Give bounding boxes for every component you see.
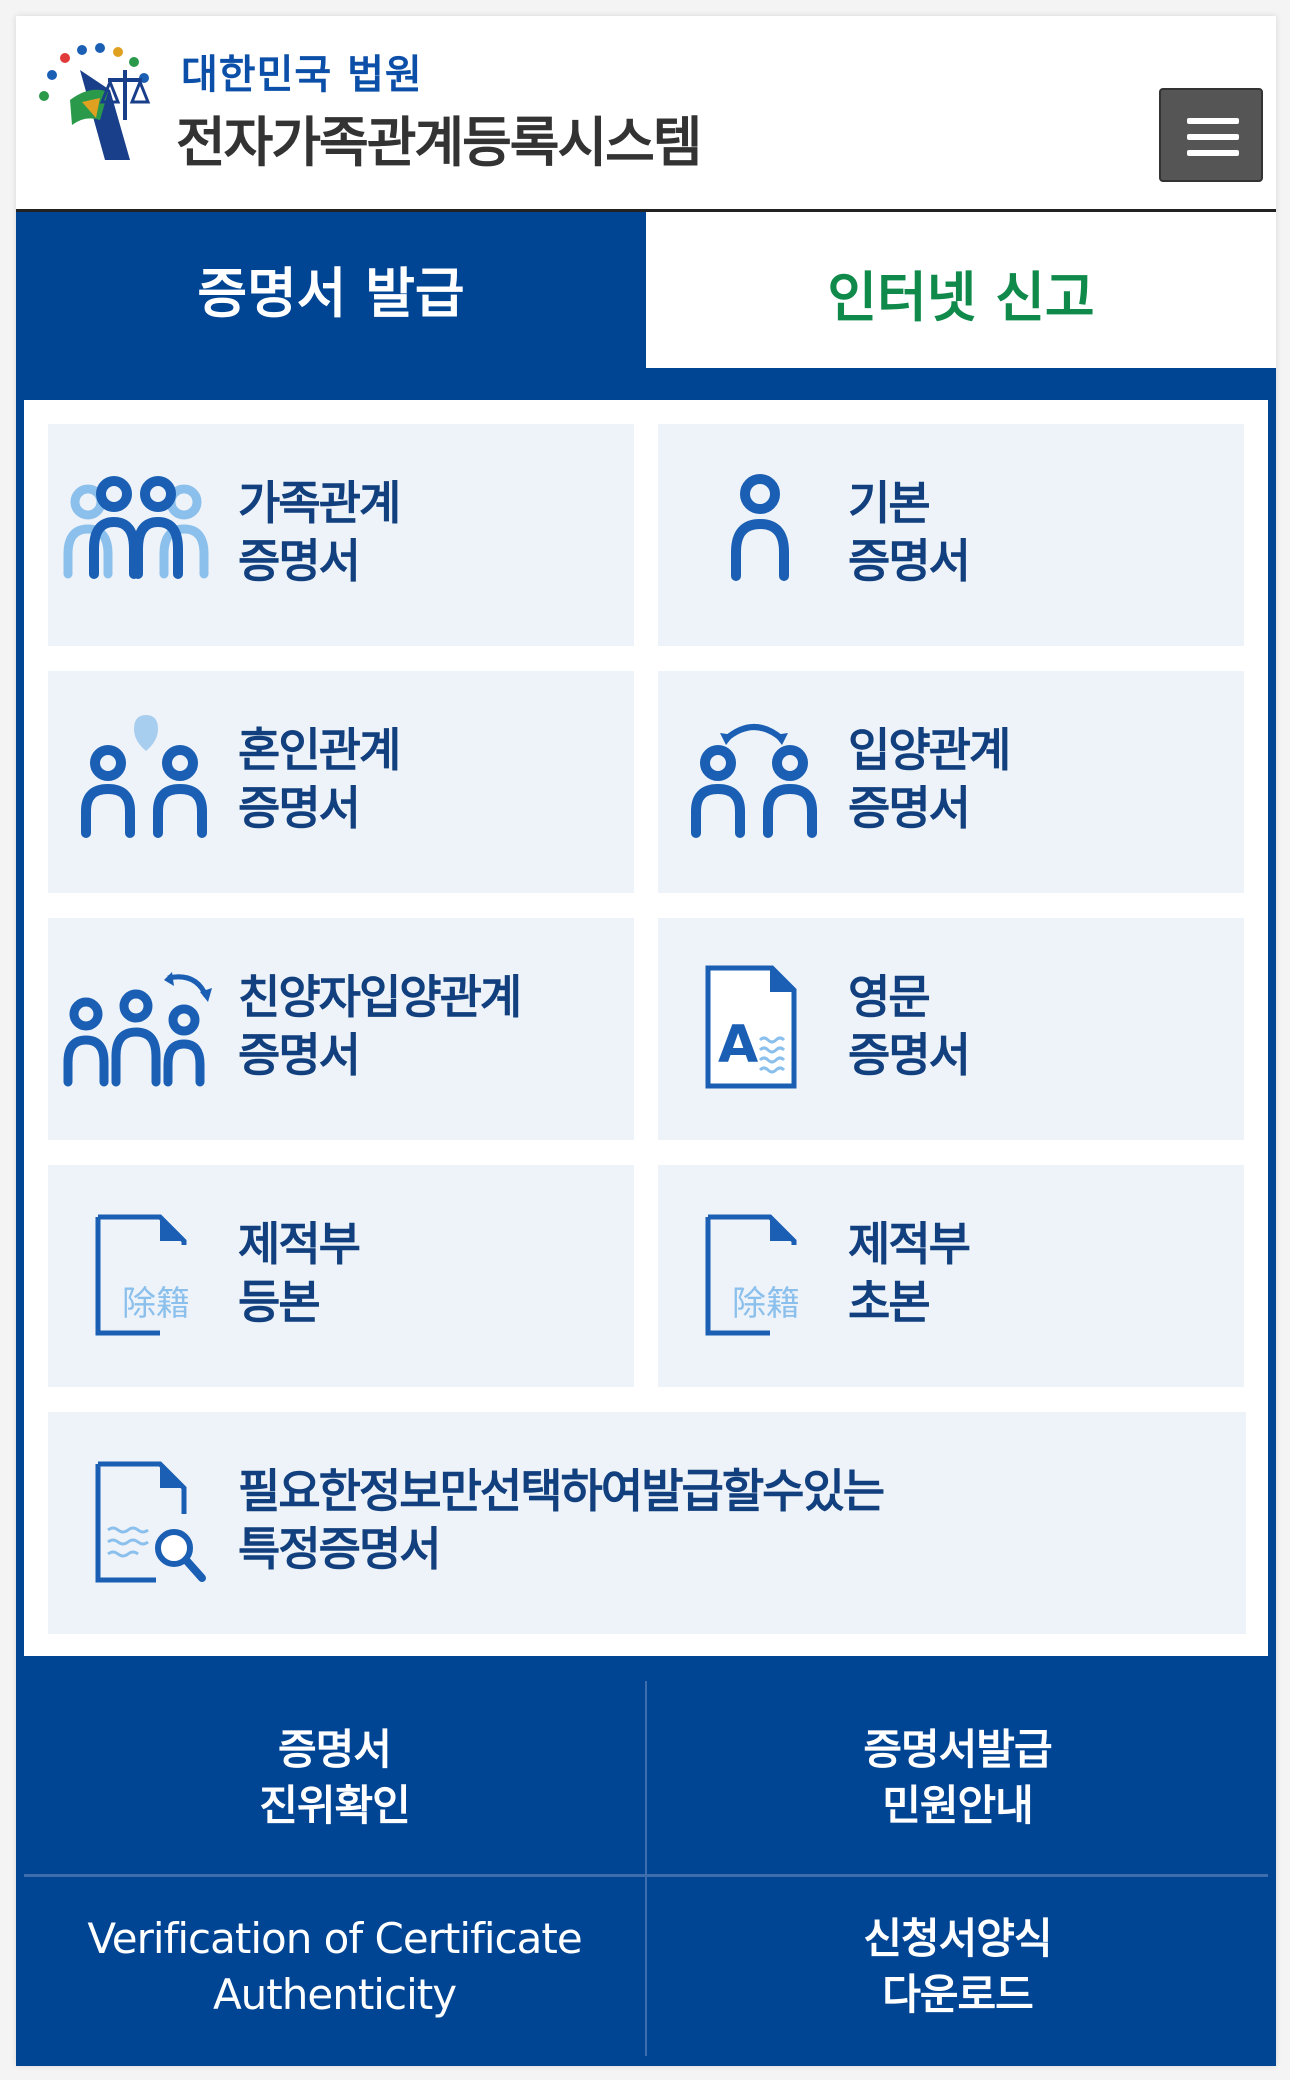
doc-text: 除籍 [122, 1284, 190, 1324]
card-label: 필요한정보만선택하여발급할수있는 특정증명서 [238, 1462, 885, 1578]
tab-certificate-issuance[interactable]: 증명서 발급 [16, 212, 646, 384]
card-label-line1: 친양자입양관계 [238, 970, 522, 1024]
link-certificate-verification[interactable]: 증명서 진위확인 [24, 1681, 645, 1874]
site-title[interactable]: 전자가족관계등록시스템 [176, 98, 702, 177]
card-label: 제적부 등본 [238, 1215, 361, 1331]
link-line2: Authenticity [212, 1969, 457, 2019]
card-label-line2: 증명서 [238, 781, 361, 835]
link-line1: 신청서양식 [863, 1913, 1052, 1963]
hamburger-menu-button[interactable] [1159, 88, 1263, 182]
card-english-certificate[interactable]: A 영문 증명서 [658, 918, 1244, 1140]
link-verification-english[interactable]: Verification of Certificate Authenticity [24, 1877, 645, 2056]
adoption-icon [691, 724, 817, 838]
page-frame: 대한민국 법원 전자가족관계등록시스템 증명서 발급 인터넷 신고 가족관계 증… [16, 16, 1276, 2066]
card-label: 가족관계 증명서 [238, 474, 401, 590]
card-basic-certificate[interactable]: 기본 증명서 [658, 424, 1244, 646]
link-line1: 증명서 [278, 1724, 392, 1774]
card-family-relation-certificate[interactable]: 가족관계 증명서 [48, 424, 634, 646]
link-line2: 다운로드 [882, 1969, 1034, 2019]
link-line1: Verification of Certificate [87, 1913, 582, 1963]
card-label: 영문 증명서 [848, 968, 971, 1084]
card-label-line1: 입양관계 [848, 723, 1011, 777]
link-line2: 민원안내 [882, 1780, 1034, 1830]
card-label-line1: 기본 [848, 476, 931, 530]
link-form-download[interactable]: 신청서양식 다운로드 [647, 1877, 1268, 2056]
full-adoption-icon [63, 972, 212, 1087]
hamburger-icon-bar [1187, 118, 1239, 124]
hamburger-icon-bar [1187, 150, 1239, 156]
supreme-court-logo-icon[interactable] [30, 30, 180, 170]
tab-internet-report[interactable]: 인터넷 신고 [646, 212, 1276, 372]
card-label-line2: 초본 [848, 1275, 931, 1329]
link-line1: 증명서발급 [863, 1724, 1052, 1774]
card-label-line2: 등본 [238, 1275, 321, 1329]
card-marriage-relation-certificate[interactable]: 혼인관계 증명서 [48, 671, 634, 893]
person-icon [731, 474, 789, 581]
card-label: 제적부 초본 [848, 1215, 971, 1331]
removed-register-abstract-icon: 除籍 [705, 1214, 800, 1336]
header: 대한민국 법원 전자가족관계등록시스템 [16, 16, 1276, 212]
card-removed-register-copy[interactable]: 除籍 제적부 등본 [48, 1165, 634, 1387]
card-label: 친양자입양관계 증명서 [238, 968, 522, 1084]
link-line2: 진위확인 [259, 1780, 411, 1830]
english-document-icon: A [705, 965, 797, 1089]
card-adoption-relation-certificate[interactable]: 입양관계 증명서 [658, 671, 1244, 893]
card-label-line2: 증명서 [238, 534, 361, 588]
link-certificate-service-guide[interactable]: 증명서발급 민원안내 [647, 1681, 1268, 1874]
card-label-line1: 가족관계 [238, 476, 401, 530]
site-subtitle: 대한민국 법원 [181, 52, 423, 98]
card-removed-register-abstract[interactable]: 除籍 제적부 초본 [658, 1165, 1244, 1387]
doc-text: 除籍 [732, 1284, 800, 1324]
card-label-line2: 증명서 [848, 534, 971, 588]
card-label-line1: 영문 [848, 970, 931, 1024]
card-label-line2: 증명서 [848, 781, 971, 835]
hamburger-icon-bar [1187, 134, 1239, 140]
svg-text:A: A [718, 1015, 758, 1075]
card-label: 입양관계 증명서 [848, 721, 1011, 837]
card-label-line2: 증명서 [238, 1028, 361, 1082]
couple-heart-icon [81, 715, 207, 838]
card-label: 혼인관계 증명서 [238, 721, 401, 837]
removed-register-copy-icon: 除籍 [95, 1214, 190, 1336]
document-search-icon [95, 1461, 206, 1583]
card-label-line1: 제적부 [238, 1217, 361, 1271]
card-full-adoption-relation-certificate[interactable]: 친양자입양관계 증명서 [48, 918, 634, 1140]
card-label-line2: 증명서 [848, 1028, 971, 1082]
card-label-line1: 제적부 [848, 1217, 971, 1271]
family-icon [63, 476, 209, 579]
certificate-menu-panel: 가족관계 증명서 기본 증명서 혼인관계 증명서 입양관계 증명서 친양자입양관… [24, 400, 1268, 1656]
card-specific-certificate[interactable]: 필요한정보만선택하여발급할수있는 특정증명서 [48, 1412, 1246, 1634]
card-label: 기본 증명서 [848, 474, 971, 590]
card-label-line1: 혼인관계 [238, 723, 401, 777]
card-label-line2: 특정증명서 [238, 1522, 442, 1576]
card-label-line1: 필요한정보만선택하여발급할수있는 [238, 1464, 885, 1518]
